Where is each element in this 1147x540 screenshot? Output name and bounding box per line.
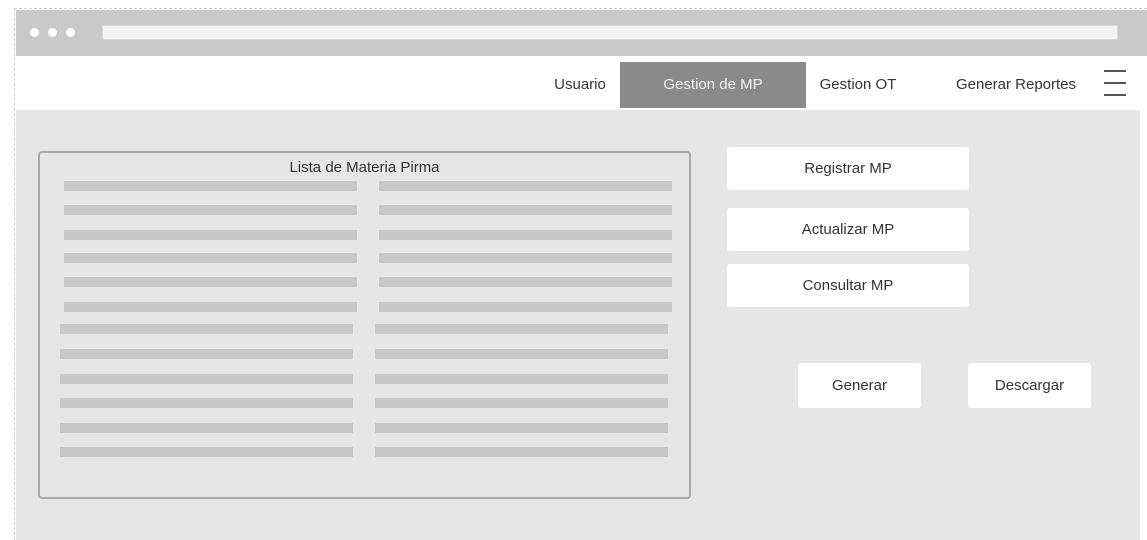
window-dot-icon[interactable] bbox=[66, 28, 75, 37]
list-item[interactable] bbox=[379, 302, 672, 312]
nav-item-gestion-mp[interactable]: Gestion de MP bbox=[620, 62, 806, 108]
list-item[interactable] bbox=[60, 398, 353, 408]
list-item[interactable] bbox=[379, 253, 672, 263]
list-title: Lista de Materia Pirma bbox=[289, 159, 440, 176]
address-bar[interactable] bbox=[102, 25, 1118, 40]
list-item[interactable] bbox=[64, 230, 357, 240]
list-item[interactable] bbox=[64, 302, 357, 312]
materia-prima-list: Lista de Materia Pirma bbox=[38, 151, 691, 499]
nav-item-usuario[interactable]: Usuario bbox=[544, 62, 616, 108]
actualizar-mp-button[interactable]: Actualizar MP bbox=[727, 208, 969, 251]
list-item[interactable] bbox=[60, 447, 353, 457]
consultar-mp-button[interactable]: Consultar MP bbox=[727, 264, 969, 307]
list-item[interactable] bbox=[379, 277, 672, 287]
list-item[interactable] bbox=[375, 447, 668, 457]
list-item[interactable] bbox=[375, 349, 668, 359]
list-item[interactable] bbox=[379, 230, 672, 240]
list-item[interactable] bbox=[60, 374, 353, 384]
list-item[interactable] bbox=[375, 324, 668, 334]
list-item[interactable] bbox=[379, 205, 672, 215]
hamburger-menu-icon[interactable] bbox=[1104, 70, 1126, 96]
list-item[interactable] bbox=[60, 423, 353, 433]
list-item[interactable] bbox=[64, 205, 357, 215]
list-item[interactable] bbox=[375, 423, 668, 433]
descargar-button[interactable]: Descargar bbox=[968, 363, 1091, 408]
list-item[interactable] bbox=[64, 181, 357, 191]
list-item[interactable] bbox=[64, 277, 357, 287]
list-item[interactable] bbox=[60, 324, 353, 334]
registrar-mp-button[interactable]: Registrar MP bbox=[727, 147, 969, 190]
window-dot-icon[interactable] bbox=[30, 28, 39, 37]
nav-item-gestion-ot[interactable]: Gestion OT bbox=[810, 62, 906, 108]
list-item[interactable] bbox=[64, 253, 357, 263]
list-item[interactable] bbox=[379, 181, 672, 191]
list-item[interactable] bbox=[375, 398, 668, 408]
list-item[interactable] bbox=[375, 374, 668, 384]
nav-item-generar-reportes[interactable]: Generar Reportes bbox=[940, 62, 1092, 108]
window-dot-icon[interactable] bbox=[48, 28, 57, 37]
list-item[interactable] bbox=[60, 349, 353, 359]
generar-button[interactable]: Generar bbox=[798, 363, 921, 408]
